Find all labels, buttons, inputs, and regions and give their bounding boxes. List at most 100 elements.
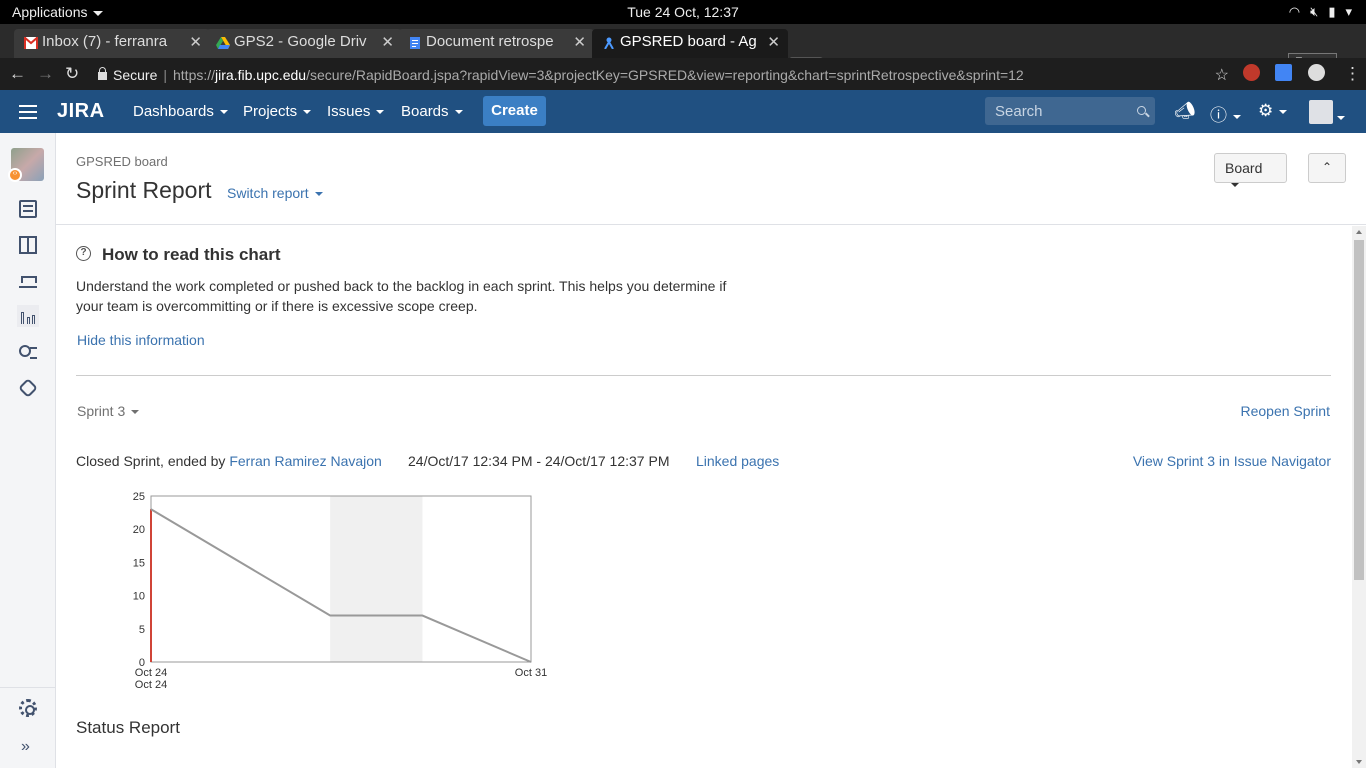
browser-tab-strip: Inbox (7) - ferranra ✕ GPS2 - Google Dri… bbox=[0, 24, 1366, 74]
closed-sprint-text: Closed Sprint, ended by bbox=[76, 453, 226, 469]
close-icon[interactable]: ✕ bbox=[189, 33, 202, 51]
separator: | bbox=[163, 67, 167, 83]
chevron-down-icon bbox=[303, 110, 312, 115]
tab-title: Inbox (7) - ferranra bbox=[42, 33, 168, 50]
tab-title: GPSRED board - Ag bbox=[620, 33, 756, 50]
jira-logo[interactable]: JIRA bbox=[57, 100, 105, 123]
switch-report-dropdown[interactable]: Switch report bbox=[227, 185, 323, 201]
chevron-down-icon bbox=[314, 192, 323, 197]
reload-icon[interactable]: ↻ bbox=[65, 64, 79, 84]
sprint-selector[interactable]: Sprint 3 bbox=[77, 403, 140, 419]
search-input[interactable]: Search bbox=[985, 97, 1155, 125]
reopen-sprint-link[interactable]: Reopen Sprint bbox=[1240, 403, 1330, 419]
linked-pages-link[interactable]: Linked pages bbox=[696, 453, 779, 469]
close-icon[interactable]: ✕ bbox=[767, 33, 780, 51]
nav-projects[interactable]: Projects bbox=[243, 103, 312, 120]
settings-gear-icon[interactable]: ⚙ bbox=[1258, 101, 1288, 121]
scrollbar-thumb[interactable] bbox=[1354, 240, 1364, 580]
browser-tab-inbox[interactable]: Inbox (7) - ferranra ✕ bbox=[14, 29, 210, 58]
system-clock[interactable]: Tue 24 Oct, 12:37 bbox=[0, 4, 1366, 20]
chrome-menu-icon[interactable]: ⋮ bbox=[1344, 64, 1361, 84]
close-icon[interactable]: ✕ bbox=[381, 33, 394, 51]
releases-icon[interactable] bbox=[19, 270, 37, 288]
battery-icon: ▮ bbox=[1328, 4, 1336, 19]
y-tick-label: 15 bbox=[133, 557, 145, 569]
back-arrow-icon[interactable]: ← bbox=[9, 64, 26, 84]
search-icon bbox=[1137, 106, 1146, 115]
translate-extension-icon[interactable] bbox=[1275, 64, 1292, 81]
x-tick-label: Oct 24 bbox=[135, 679, 167, 691]
nav-label: Dashboards bbox=[133, 103, 214, 120]
sprint-burndown-chart: 0510152025Oct 24Oct 24Oct 31 bbox=[133, 491, 547, 691]
backlog-icon[interactable] bbox=[19, 200, 37, 218]
opera-extension-icon[interactable] bbox=[1243, 64, 1260, 81]
google-drive-icon bbox=[216, 37, 230, 49]
sprint-date-range: 24/Oct/17 12:34 PM - 24/Oct/17 12:37 PM bbox=[408, 453, 670, 469]
url-host: jira.fib.upc.edu bbox=[215, 67, 307, 83]
forward-arrow-icon[interactable]: → bbox=[37, 64, 54, 84]
reports-icon[interactable] bbox=[17, 305, 39, 327]
scroll-down-arrow[interactable] bbox=[1356, 760, 1362, 764]
volume-muted-icon: 🔇︎ bbox=[1310, 4, 1319, 19]
sidebar-divider bbox=[0, 687, 55, 688]
extension-icon[interactable] bbox=[1308, 64, 1325, 81]
nav-dashboards[interactable]: Dashboards bbox=[133, 103, 228, 120]
system-tray[interactable]: ◠ 🔇︎ ▮ ▾ bbox=[1289, 4, 1352, 20]
tab-title: Document retrospe bbox=[426, 33, 554, 50]
menu-icon[interactable] bbox=[19, 105, 37, 119]
tab-title: GPS2 - Google Driv bbox=[234, 33, 367, 50]
issues-search-icon[interactable] bbox=[19, 343, 37, 361]
report-content: ? How to read this chart Understand the … bbox=[56, 226, 1353, 768]
sprint-selector-label: Sprint 3 bbox=[77, 403, 126, 419]
google-docs-icon bbox=[410, 37, 420, 49]
nav-issues[interactable]: Issues bbox=[327, 103, 385, 120]
create-button[interactable]: Create bbox=[483, 96, 546, 126]
chevron-down-icon bbox=[1231, 183, 1239, 188]
expand-sidebar-icon[interactable]: » bbox=[21, 738, 30, 756]
chevron-down-icon[interactable] bbox=[1337, 107, 1345, 127]
y-tick-label: 10 bbox=[133, 591, 145, 603]
collapse-header-button[interactable]: ⌃ bbox=[1308, 153, 1346, 183]
gmail-icon bbox=[24, 37, 38, 49]
url-path: /secure/RapidBoard.jspa?rapidView=3&proj… bbox=[306, 67, 1024, 83]
search-placeholder: Search bbox=[995, 103, 1043, 120]
page-title: Sprint Report bbox=[76, 177, 212, 203]
project-settings-icon[interactable] bbox=[19, 699, 37, 717]
close-icon[interactable]: ✕ bbox=[573, 33, 586, 51]
browser-tab-gpsred-board[interactable]: GPSRED board - Ag ✕ bbox=[592, 29, 788, 58]
sprint-status-line: Closed Sprint, ended by Ferran Ramirez N… bbox=[76, 453, 382, 469]
x-tick-label: Oct 24 bbox=[135, 667, 167, 679]
user-avatar[interactable] bbox=[1309, 100, 1333, 124]
nav-label: Boards bbox=[401, 103, 449, 120]
x-tick-label: Oct 31 bbox=[515, 667, 547, 679]
lock-icon bbox=[98, 67, 107, 81]
page-header: GPSRED board Sprint Report Switch report… bbox=[56, 133, 1366, 225]
nav-boards[interactable]: Boards bbox=[401, 103, 463, 120]
browser-tab-document[interactable]: Document retrospe ✕ bbox=[398, 29, 594, 58]
y-tick-label: 20 bbox=[133, 524, 145, 536]
add-ons-icon[interactable] bbox=[18, 378, 38, 398]
y-tick-label: 5 bbox=[139, 624, 145, 636]
hide-information-link[interactable]: Hide this information bbox=[77, 332, 205, 348]
megaphone-icon[interactable]: 📣︎ bbox=[1174, 101, 1196, 121]
board-button[interactable]: Board bbox=[1214, 153, 1287, 188]
bookmark-star-icon[interactable]: ☆ bbox=[1215, 65, 1229, 85]
address-bar[interactable]: Secure | https://jira.fib.upc.edu/secure/R… bbox=[92, 61, 1235, 88]
chevron-down-icon bbox=[454, 110, 463, 115]
breadcrumb[interactable]: GPSRED board bbox=[76, 154, 168, 169]
url-scheme: https:// bbox=[173, 67, 216, 83]
section-divider bbox=[76, 375, 1331, 376]
active-sprints-icon[interactable] bbox=[19, 236, 37, 254]
status-report-heading: Status Report bbox=[76, 718, 180, 737]
ended-by-user-link[interactable]: Ferran Ramirez Navajon bbox=[229, 453, 382, 469]
nav-label: Issues bbox=[327, 103, 371, 120]
scroll-up-arrow[interactable] bbox=[1356, 230, 1362, 234]
view-in-issue-navigator-link[interactable]: View Sprint 3 in Issue Navigator bbox=[1133, 453, 1331, 469]
project-sidebar: ‹› » bbox=[0, 133, 56, 768]
page-scrollbar[interactable] bbox=[1352, 226, 1366, 768]
chevron-down-icon bbox=[1337, 115, 1345, 120]
chevron-up-icon: ⌃ bbox=[1321, 160, 1333, 174]
help-icon[interactable]: ⓘ bbox=[1210, 101, 1241, 126]
chevron-down-icon bbox=[376, 110, 385, 115]
browser-tab-drive[interactable]: GPS2 - Google Driv ✕ bbox=[206, 29, 402, 58]
